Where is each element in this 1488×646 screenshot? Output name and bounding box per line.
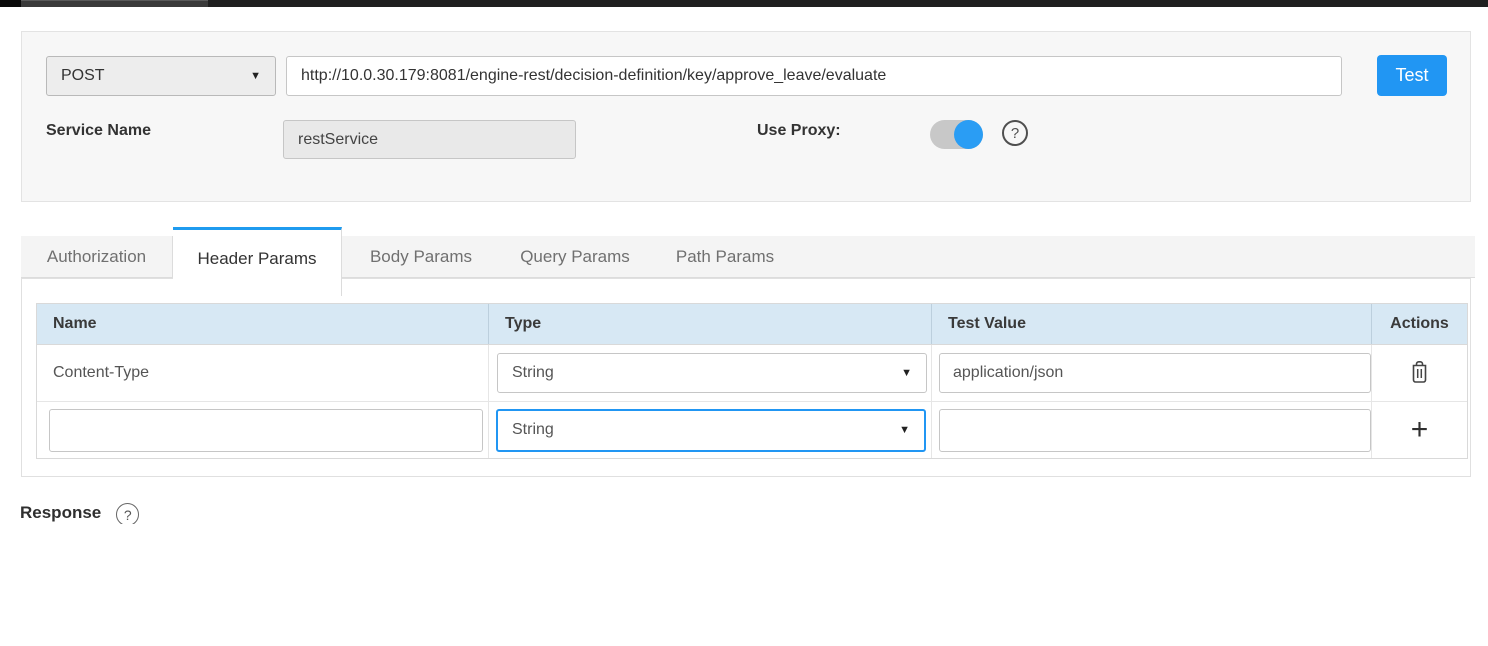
column-header-type: Type [488,304,931,344]
table-header-row: Name Type Test Value Actions [37,304,1467,344]
tab-query-params[interactable]: Query Params [500,236,650,278]
tab-header-params[interactable]: Header Params [173,227,342,296]
trash-icon [1408,359,1431,387]
service-name-label: Service Name [46,122,151,140]
column-header-name: Name [37,304,488,344]
plus-icon: + [1411,415,1429,445]
toggle-thumb [954,120,983,149]
new-param-name-input[interactable] [49,409,483,452]
param-test-value-input[interactable] [939,353,1371,393]
param-actions-cell [1371,345,1467,401]
http-method-select[interactable]: POST ▼ [46,56,276,96]
column-header-test-value: Test Value [931,304,1371,344]
param-actions-cell: + [1371,402,1467,458]
response-label: Response [20,503,101,523]
proxy-help-icon[interactable]: ? [1002,120,1028,146]
rest-service-test-screen: POST ▼ Test Service Name Use Proxy: ? Au… [0,0,1488,646]
header-params-panel: Name Type Test Value Actions Content-Typ… [21,278,1471,477]
tab-body-params[interactable]: Body Params [341,236,501,278]
request-url-input[interactable] [286,56,1342,96]
tab-authorization[interactable]: Authorization [21,236,173,278]
param-type-cell: String ▼ [488,345,931,401]
browser-top-strip [0,0,1488,7]
header-params-table: Name Type Test Value Actions Content-Typ… [36,303,1468,459]
response-section: Response ? [20,503,420,524]
table-row: String ▼ + [37,401,1467,458]
param-type-cell: String ▼ [488,402,931,458]
param-name-cell: Content-Type [37,345,488,401]
tab-path-params[interactable]: Path Params [650,236,800,278]
top-strip-tab-segment [21,0,208,7]
request-config-panel: POST ▼ Test Service Name Use Proxy: ? [21,31,1471,202]
new-param-type-select[interactable]: String ▼ [496,409,926,452]
response-help-icon[interactable]: ? [116,503,139,524]
chevron-down-icon: ▼ [901,368,912,379]
top-strip-left-segment [0,0,21,7]
param-type-select[interactable]: String ▼ [497,353,927,393]
delete-row-button[interactable] [1404,355,1435,391]
test-button[interactable]: Test [1377,55,1447,96]
param-name-cell [37,402,488,458]
param-type-value: String [512,364,554,382]
param-test-value-cell [931,345,1371,401]
chevron-down-icon: ▼ [250,71,261,82]
use-proxy-label: Use Proxy: [757,122,841,140]
param-name-value: Content-Type [37,364,149,382]
use-proxy-toggle[interactable] [930,120,983,149]
service-name-input[interactable] [283,120,576,159]
chevron-down-icon: ▼ [899,425,910,436]
column-header-actions: Actions [1371,304,1467,344]
param-test-value-cell [931,402,1371,458]
param-type-value: String [512,421,554,439]
http-method-value: POST [61,67,105,85]
table-row: Content-Type String ▼ [37,344,1467,401]
params-tab-bar: Authorization Header Params Body Params … [21,236,1475,278]
new-param-test-value-input[interactable] [939,409,1371,452]
add-row-button[interactable]: + [1407,411,1433,449]
